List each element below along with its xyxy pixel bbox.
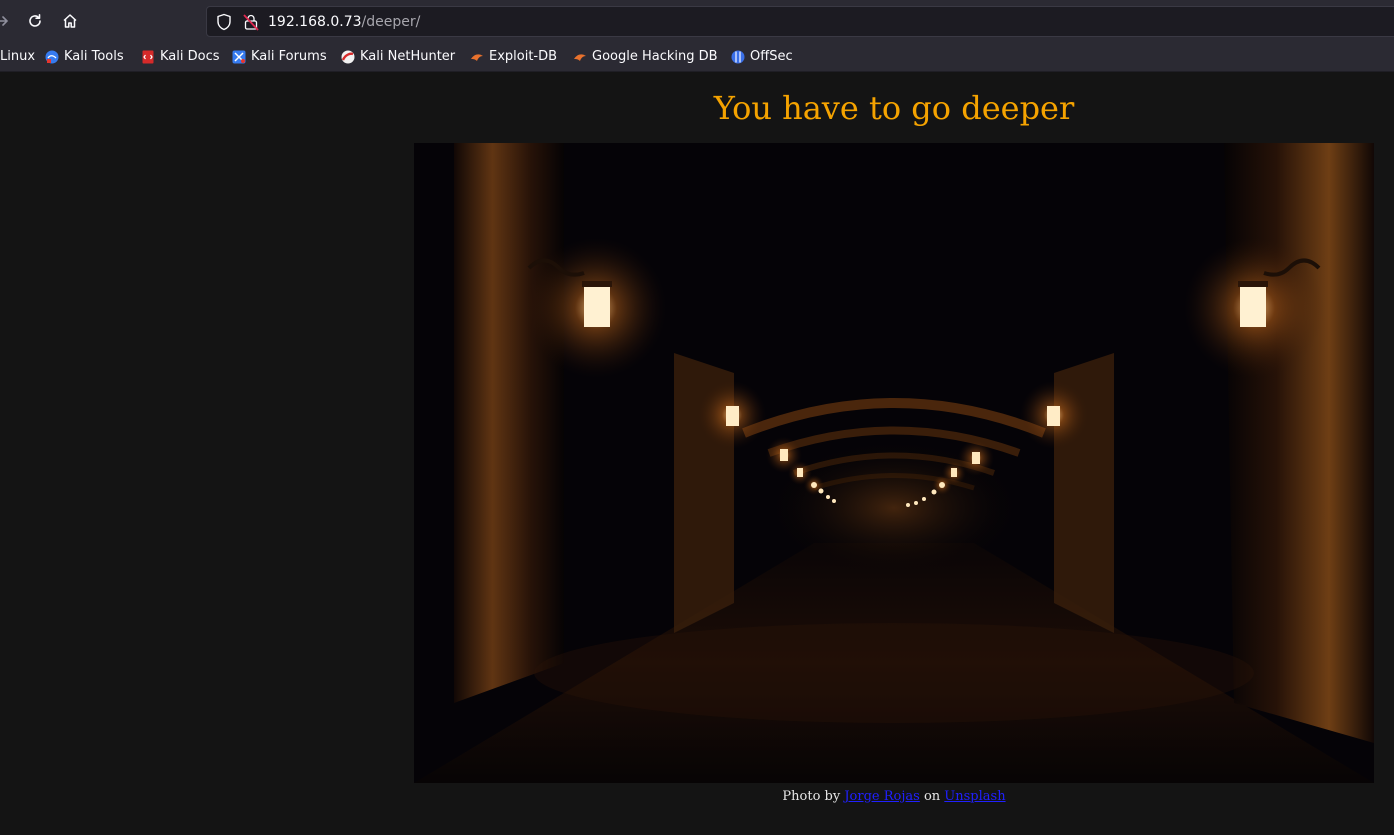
bookmark-label: Kali Forums — [251, 49, 327, 64]
kali-tools-icon — [45, 50, 59, 64]
bookmark-kali-linux[interactable]: Linux — [0, 48, 35, 66]
bookmark-kali-docs[interactable]: Kali Docs — [140, 48, 220, 66]
url-bar[interactable]: 192.168.0.73/deeper/ — [206, 6, 1394, 37]
bookmark-kali-nethunter[interactable]: Kali NetHunter — [340, 48, 455, 66]
url-host: 192.168.0.73 — [268, 14, 362, 30]
unsplash-link[interactable]: Unsplash — [944, 789, 1005, 804]
page-heading: You have to go deeper — [713, 89, 1075, 127]
kali-docs-icon — [142, 50, 154, 64]
reload-button[interactable] — [22, 8, 48, 34]
author-link[interactable]: Jorge Rojas — [844, 789, 919, 804]
offsec-icon — [731, 50, 745, 64]
page-content: You have to go deeper Photo by Jorge Roj… — [0, 72, 1394, 835]
credit-prefix: Photo by — [782, 789, 841, 804]
bookmark-label: Kali NetHunter — [360, 49, 456, 64]
url-path: /deeper/ — [361, 14, 421, 30]
tunnel-photo — [414, 143, 1374, 783]
bookmark-google-hacking-db[interactable]: Google Hacking DB — [572, 48, 718, 66]
bookmark-kali-forums[interactable]: Kali Forums — [231, 48, 327, 66]
google-hacking-db-icon — [574, 54, 586, 61]
url-text[interactable]: 192.168.0.73/deeper/ — [268, 13, 420, 31]
bookmark-kali-tools[interactable]: Kali Tools — [44, 48, 124, 66]
kali-nethunter-icon — [341, 50, 355, 64]
bookmark-label: Linux — [0, 49, 36, 64]
bookmark-label: Kali Docs — [160, 49, 220, 64]
home-icon — [63, 14, 77, 28]
credit-middle: on — [923, 789, 941, 804]
bookmark-offsec[interactable]: OffSec — [730, 48, 793, 66]
bookmark-label: Exploit-DB — [489, 49, 558, 64]
forward-button[interactable] — [0, 8, 16, 34]
tunnel-illustration — [414, 143, 1374, 783]
photo-credit: Photo by Jorge Rojas on Unsplash — [414, 788, 1374, 806]
reload-icon — [29, 14, 41, 27]
bookmark-exploit-db[interactable]: Exploit-DB — [469, 48, 557, 66]
insecure-lock-icon[interactable] — [243, 13, 259, 31]
exploit-db-icon — [471, 54, 483, 61]
bookmark-label: Kali Tools — [64, 49, 124, 64]
home-button[interactable] — [57, 8, 83, 34]
arrow-right-icon — [0, 16, 9, 26]
bookmarks-toolbar: Linux Kali Tools Kali Docs Kali Forums K… — [0, 42, 1394, 72]
kali-forums-icon — [232, 50, 246, 64]
bookmark-label: OffSec — [750, 49, 793, 64]
bookmark-label: Google Hacking DB — [592, 49, 718, 64]
tracking-shield-icon[interactable] — [215, 13, 233, 31]
browser-toolbar: 192.168.0.73/deeper/ — [0, 0, 1394, 42]
